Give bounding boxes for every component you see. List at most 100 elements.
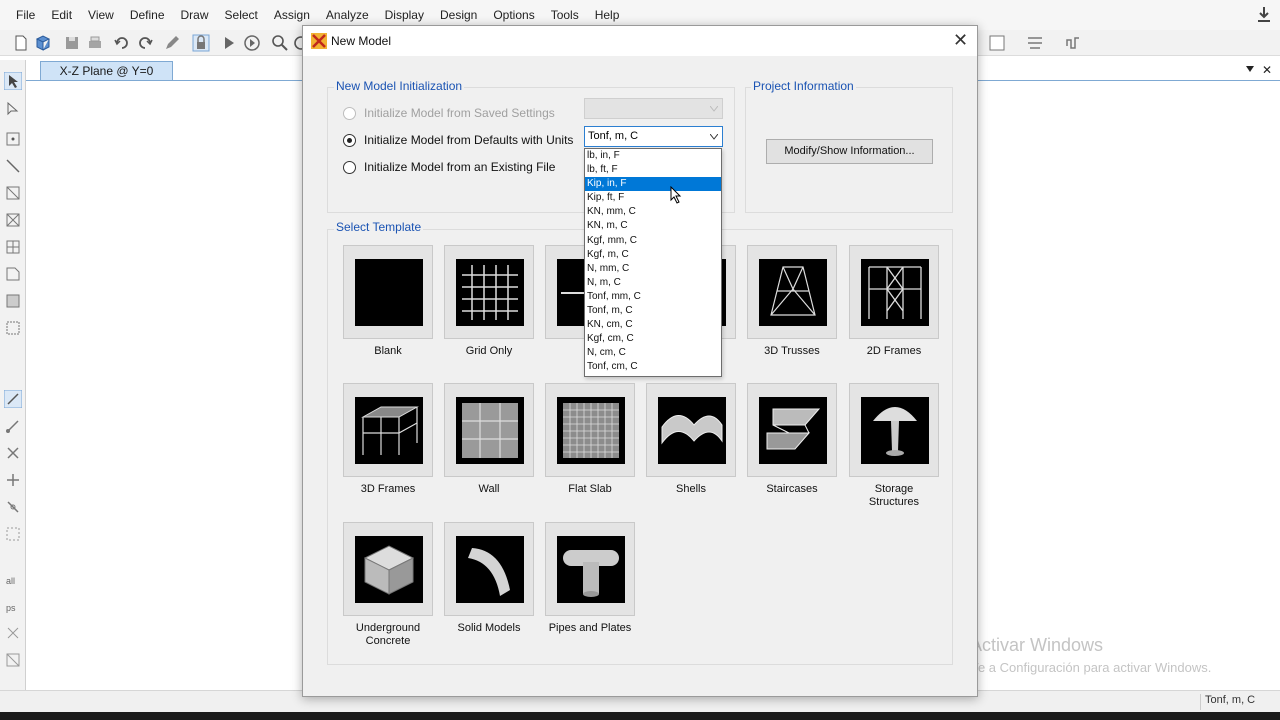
template-storage-structures[interactable]: Storage Structures	[849, 383, 939, 509]
template-shells[interactable]: Shells	[646, 383, 736, 496]
radio-existing-button[interactable]	[343, 160, 356, 174]
radio-existing-file[interactable]: Initialize Model from an Existing File	[343, 159, 555, 175]
template-frame[interactable]	[343, 245, 433, 339]
zoom-icon[interactable]	[271, 34, 289, 52]
units-option[interactable]: N, m, C	[585, 276, 721, 290]
display-options-icon[interactable]	[988, 34, 1006, 52]
template-frame[interactable]	[444, 245, 534, 339]
lock-icon[interactable]	[192, 34, 210, 52]
cut-icon[interactable]	[4, 444, 22, 462]
new-model-icon[interactable]	[12, 34, 30, 52]
chevron-down-icon[interactable]	[710, 134, 718, 140]
close-icon[interactable]: ✕	[953, 31, 968, 49]
joint-icon[interactable]	[4, 471, 22, 489]
template-wall[interactable]: Wall	[444, 383, 534, 496]
menu-draw[interactable]: Draw	[173, 0, 217, 30]
pan-icon[interactable]	[4, 651, 22, 669]
template-frame[interactable]	[343, 522, 433, 616]
template-frame[interactable]	[343, 383, 433, 477]
redo-icon[interactable]	[136, 34, 154, 52]
units-option[interactable]: Kgf, mm, C	[585, 234, 721, 248]
point-icon[interactable]	[4, 130, 22, 148]
function-icon[interactable]	[1064, 34, 1082, 52]
dialog-titlebar[interactable]: New Model ✕	[303, 26, 977, 56]
template-frame[interactable]	[747, 245, 837, 339]
template-frame[interactable]	[444, 522, 534, 616]
run-step-icon[interactable]	[243, 34, 261, 52]
status-units[interactable]: Tonf, m, C	[1200, 694, 1280, 710]
units-option[interactable]: lb, ft, F	[585, 163, 721, 177]
template-frame[interactable]	[444, 383, 534, 477]
modify-show-info-button[interactable]: Modify/Show Information...	[766, 139, 933, 164]
units-option[interactable]: Kgf, cm, C	[585, 332, 721, 346]
open-icon[interactable]	[34, 34, 52, 52]
line-icon[interactable]	[4, 157, 22, 175]
section-icon[interactable]	[4, 525, 22, 543]
radio-defaults-button[interactable]	[343, 133, 356, 147]
units-option[interactable]: N, mm, C	[585, 262, 721, 276]
frame-icon[interactable]	[4, 211, 22, 229]
template-grid-only[interactable]: Grid Only	[444, 245, 534, 358]
template-solid-models[interactable]: Solid Models	[444, 522, 534, 635]
shell-icon[interactable]	[4, 265, 22, 283]
units-dropdown-list[interactable]: lb, in, F lb, ft, F Kip, in, F Kip, ft, …	[584, 148, 722, 377]
units-option[interactable]: KN, cm, C	[585, 318, 721, 332]
units-option-highlighted[interactable]: Kip, in, F	[585, 177, 721, 192]
section-cut-icon[interactable]	[1026, 34, 1044, 52]
radio-existing-label[interactable]: Initialize Model from an Existing File	[364, 160, 555, 174]
download-icon[interactable]	[1256, 6, 1272, 24]
pencil-icon[interactable]	[163, 34, 181, 52]
template-pipes-plates[interactable]: Pipes and Plates	[545, 522, 635, 635]
template-flat-slab[interactable]: Flat Slab	[545, 383, 635, 496]
clear-icon[interactable]	[4, 624, 22, 642]
select-icon[interactable]	[4, 417, 22, 435]
template-frame[interactable]	[849, 383, 939, 477]
run-icon[interactable]	[220, 34, 238, 52]
left-toolbar: all ps	[0, 60, 26, 690]
menu-edit[interactable]: Edit	[43, 0, 80, 30]
all-icon[interactable]: all	[4, 570, 22, 588]
region-icon[interactable]	[4, 319, 22, 337]
template-3d-frames[interactable]: 3D Frames	[343, 383, 433, 496]
units-option[interactable]: Tonf, m, C	[585, 304, 721, 318]
units-option[interactable]: Kip, ft, F	[585, 191, 721, 205]
template-blank[interactable]: Blank	[343, 245, 433, 358]
units-option[interactable]: N, cm, C	[585, 346, 721, 360]
template-frame[interactable]	[545, 383, 635, 477]
template-underground-concrete[interactable]: Underground Concrete	[343, 522, 433, 648]
reshape-icon[interactable]	[4, 100, 22, 118]
units-option[interactable]: Tonf, cm, C	[585, 360, 721, 374]
chevron-down-icon[interactable]	[1246, 66, 1254, 72]
pointer-icon[interactable]	[4, 72, 22, 90]
release-icon[interactable]	[4, 498, 22, 516]
area-icon[interactable]	[4, 184, 22, 202]
close-icon[interactable]: ✕	[1262, 64, 1272, 76]
template-frame[interactable]	[646, 383, 736, 477]
grid-icon[interactable]	[4, 238, 22, 256]
save-icon[interactable]	[63, 34, 81, 52]
units-option[interactable]: Kgf, m, C	[585, 248, 721, 262]
template-staircases[interactable]: Staircases	[747, 383, 837, 496]
rectangle-icon[interactable]	[4, 292, 22, 310]
undo-icon[interactable]	[113, 34, 131, 52]
radio-defaults-units[interactable]: Initialize Model from Defaults with Unit…	[343, 132, 573, 148]
template-frame[interactable]	[849, 245, 939, 339]
units-option[interactable]: KN, m, C	[585, 219, 721, 233]
template-frame[interactable]	[747, 383, 837, 477]
units-select[interactable]: Tonf, m, C	[584, 126, 723, 147]
link-icon[interactable]	[4, 390, 22, 408]
radio-defaults-label[interactable]: Initialize Model from Defaults with Unit…	[364, 133, 573, 147]
menu-view[interactable]: View	[80, 0, 122, 30]
template-2d-frames[interactable]: 2D Frames	[849, 245, 939, 358]
tab-xz-plane[interactable]: X-Z Plane @ Y=0	[40, 61, 173, 80]
ps-icon[interactable]: ps	[4, 597, 22, 615]
menu-file[interactable]: File	[8, 0, 43, 30]
units-option[interactable]: Tonf, mm, C	[585, 290, 721, 304]
template-frame[interactable]	[545, 522, 635, 616]
menu-define[interactable]: Define	[122, 0, 173, 30]
units-option[interactable]: lb, in, F	[585, 149, 721, 163]
units-option[interactable]: KN, mm, C	[585, 205, 721, 219]
menu-select[interactable]: Select	[217, 0, 266, 30]
template-3d-trusses[interactable]: 3D Trusses	[747, 245, 837, 358]
print-icon[interactable]	[86, 34, 104, 52]
